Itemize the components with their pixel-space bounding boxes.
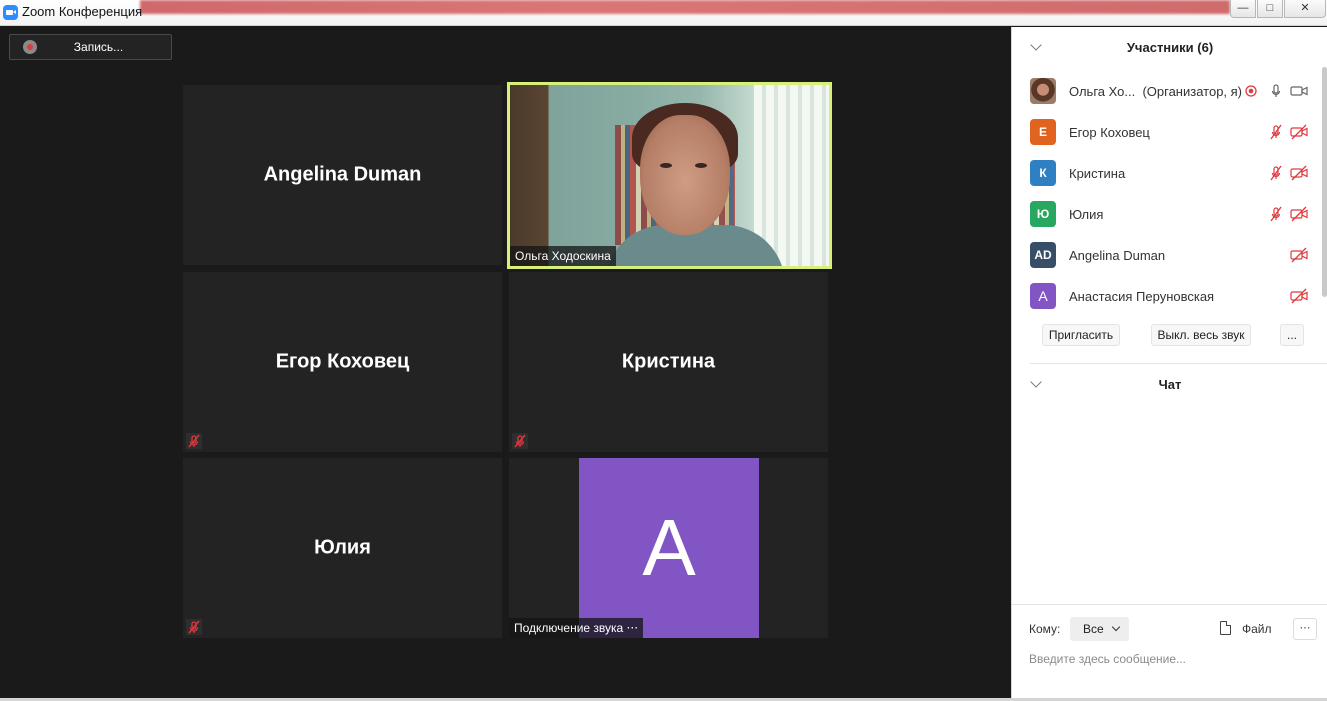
participants-header[interactable]: Участники (6) xyxy=(1012,27,1327,67)
participant-row[interactable]: А Анастасия Перуновская xyxy=(1012,276,1324,317)
right-panel: Участники (6) Ольга Хо... (Организатор, … xyxy=(1011,27,1327,698)
participant-row[interactable]: AD Angelina Duman xyxy=(1012,235,1324,276)
window-title: Zoom Конференция xyxy=(22,4,143,19)
recording-label: Запись... xyxy=(73,40,124,54)
recipient-dropdown[interactable]: Все xyxy=(1070,617,1129,641)
participant-avatar: A xyxy=(579,458,759,638)
file-icon xyxy=(1220,621,1231,635)
file-label: Файл xyxy=(1242,622,1272,636)
participant-name: Angelina Duman xyxy=(1069,248,1166,263)
chevron-down-icon xyxy=(1111,622,1121,632)
participant-name: Ольга Хо... xyxy=(1069,84,1136,99)
participant-row[interactable]: Е Егор Коховец xyxy=(1012,112,1324,153)
participant-role: (Организатор, я) xyxy=(1142,84,1243,99)
avatar: А xyxy=(1030,283,1056,309)
avatar: Е xyxy=(1030,119,1056,145)
invite-button[interactable]: Пригласить xyxy=(1042,324,1120,346)
video-tile-yulia[interactable]: Юлия xyxy=(183,458,502,638)
recording-dot-icon xyxy=(1243,83,1261,99)
participants-more-button[interactable]: ... xyxy=(1280,324,1304,346)
participant-name: Егор Коховец xyxy=(275,350,410,373)
mic-muted-icon[interactable] xyxy=(1268,206,1286,222)
video-off-icon[interactable] xyxy=(1290,165,1308,181)
minimize-button[interactable]: — xyxy=(1230,0,1256,18)
avatar: Ю xyxy=(1030,201,1056,227)
mic-muted-icon[interactable] xyxy=(1268,165,1286,181)
mic-muted-icon xyxy=(186,433,202,449)
avatar: AD xyxy=(1030,242,1056,268)
participants-title: Участники (6) xyxy=(1126,40,1214,55)
chat-header[interactable]: Чат xyxy=(1012,364,1327,404)
recipient-label: Кому: xyxy=(1029,622,1061,636)
participant-name: Angelina Duman xyxy=(263,163,422,186)
title-bar: Zoom Конференция — □ ✕ xyxy=(0,0,1327,26)
mic-muted-icon[interactable] xyxy=(1268,124,1286,140)
video-tile-anastasia[interactable]: A Подключение звука ⋅⋅⋅ xyxy=(509,458,828,638)
participant-row[interactable]: Ольга Хо... (Организатор, я) xyxy=(1012,71,1324,112)
participant-name-tag: Ольга Ходоскина xyxy=(510,246,616,266)
video-off-icon[interactable] xyxy=(1290,247,1308,263)
chat-compose: Кому: Все Файл ⋯ xyxy=(1012,604,1327,698)
video-off-icon[interactable] xyxy=(1290,206,1308,222)
video-tile-egor[interactable]: Егор Коховец xyxy=(183,272,502,452)
recipient-value: Все xyxy=(1083,622,1104,636)
video-tile-angelina[interactable]: Angelina Duman xyxy=(183,85,502,265)
title-bar-overlay xyxy=(140,0,1230,14)
video-off-icon[interactable] xyxy=(1290,288,1308,304)
chat-message-input[interactable] xyxy=(1029,649,1314,669)
webcam-video xyxy=(510,85,829,266)
mute-all-button[interactable]: Выкл. весь звук xyxy=(1151,324,1251,346)
participant-name: Кристина xyxy=(621,350,716,373)
chat-more-button[interactable]: ⋯ xyxy=(1293,618,1317,640)
video-camera-icon[interactable] xyxy=(1290,83,1308,99)
participant-name: Егор Коховец xyxy=(1069,125,1150,140)
mic-muted-icon xyxy=(186,619,202,635)
video-gallery: Запись... Angelina Duman Ольга Ходоскина… xyxy=(0,27,1011,698)
recording-indicator[interactable]: Запись... xyxy=(9,34,172,60)
avatar: К xyxy=(1030,160,1056,186)
mic-icon[interactable] xyxy=(1268,83,1286,99)
zoom-app-icon xyxy=(3,5,18,20)
participant-name: Анастасия Перуновская xyxy=(1069,289,1215,304)
participant-name: Юлия xyxy=(314,536,371,559)
close-button[interactable]: ✕ xyxy=(1284,0,1326,18)
participant-name: Кристина xyxy=(1069,166,1126,181)
participant-row[interactable]: Ю Юлия xyxy=(1012,194,1324,235)
video-off-icon[interactable] xyxy=(1290,124,1308,140)
participant-name: Юлия xyxy=(1069,207,1104,222)
mic-muted-icon xyxy=(512,433,528,449)
chat-title: Чат xyxy=(1158,377,1182,392)
video-tile-kristina[interactable]: Кристина xyxy=(509,272,828,452)
audio-connecting-status: Подключение звука ⋅⋅⋅ xyxy=(509,618,644,638)
maximize-button[interactable]: □ xyxy=(1257,0,1283,18)
avatar xyxy=(1030,78,1056,104)
participants-list: Ольга Хо... (Организатор, я) Е Егор Кохо… xyxy=(1012,71,1324,317)
participant-row[interactable]: К Кристина xyxy=(1012,153,1324,194)
video-tile-olga-active-speaker[interactable]: Ольга Ходоскина xyxy=(507,82,832,269)
participants-scrollbar[interactable] xyxy=(1322,67,1327,297)
